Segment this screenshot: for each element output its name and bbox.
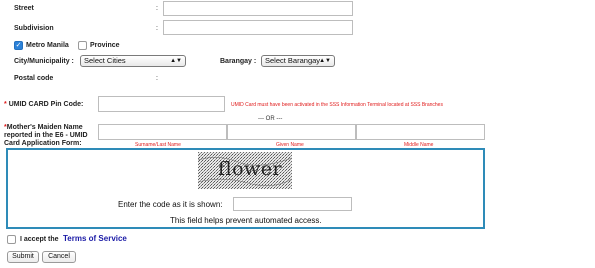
maiden-line-2: reported in the E6 - UMID [4,132,88,139]
middle-name-input[interactable] [356,124,485,140]
cancel-button[interactable]: Cancel [42,251,76,263]
city-select-value: Select Cities [84,56,126,65]
subdivision-label: Subdivision [14,25,54,32]
province-label: Province [90,42,120,49]
metro-manila-checkbox[interactable]: ✓ [14,41,23,50]
province-checkbox[interactable] [78,41,87,50]
postal-code-colon: : [156,75,158,82]
subdivision-colon: : [156,25,158,32]
city-label: City/Municipality : [14,58,74,65]
captcha-prompt: Enter the code as it is shown: [118,200,223,209]
maiden-line-1: Mother's Maiden Name [6,124,83,131]
captcha-word: flower [218,158,283,180]
street-colon: : [156,5,158,12]
captcha-input[interactable] [233,197,352,211]
street-label: Street [14,5,34,12]
umid-pin-label: * UMID CARD Pin Code: [4,101,83,108]
surname-input[interactable] [98,124,227,140]
given-name-input[interactable] [227,124,356,140]
submit-button[interactable]: Submit [7,251,39,263]
captcha-help: This field helps prevent automated acces… [170,216,322,225]
postal-code-label: Postal code [14,75,54,82]
umid-pin-input[interactable] [98,96,225,112]
barangay-label: Barangay : [220,58,257,65]
or-separator: --- OR --- [258,116,283,122]
terms-checkbox[interactable] [7,235,16,244]
terms-label: I accept the [20,236,59,243]
terms-of-service-link[interactable]: Terms of Service [63,234,127,243]
street-input[interactable] [163,1,353,16]
umid-pin-label-text: UMID CARD Pin Code: [8,101,84,108]
metro-manila-label: Metro Manila [26,42,69,49]
subdivision-input[interactable] [163,20,353,35]
city-select[interactable]: Select Cities ▲▼ [80,55,186,67]
barangay-select-value: Select Barangay [265,56,321,65]
select-arrows-icon: ▲▼ [319,58,331,64]
maiden-line-3: Card Application Form: [4,140,82,147]
captcha-image: flower [198,152,292,189]
barangay-select[interactable]: Select Barangay ▲▼ [261,55,335,67]
select-arrows-icon: ▲▼ [170,58,182,64]
required-marker: * [4,101,7,108]
umid-pin-note: UMID Card must have been activated in th… [231,102,443,108]
maiden-name-label: *Mother's Maiden Name reported in the E6… [4,124,88,148]
